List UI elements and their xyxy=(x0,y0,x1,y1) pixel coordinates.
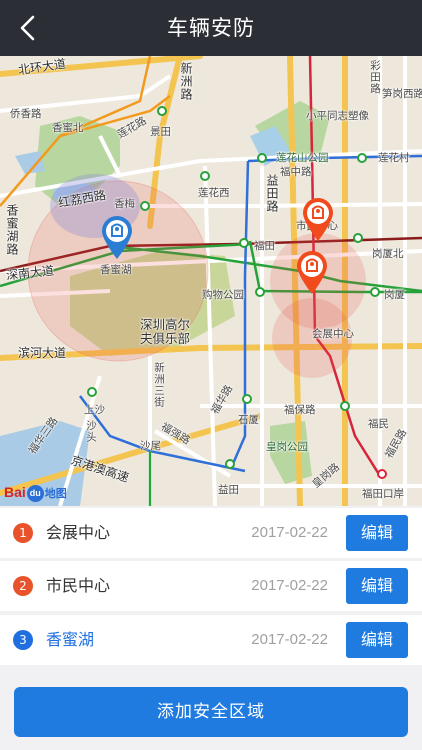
pin-huizhan[interactable] xyxy=(295,249,329,295)
map-label: 沙头 xyxy=(85,420,97,443)
pin-xiangmihu[interactable] xyxy=(100,214,134,260)
add-safe-zone-button[interactable]: 添加安全区域 xyxy=(14,687,408,737)
zone-name: 会展中心 xyxy=(46,523,111,542)
map-label: 福民 xyxy=(368,418,389,430)
map-label: 莲花村 xyxy=(378,152,410,164)
map-label: 景田 xyxy=(150,126,171,138)
edit-button[interactable]: 编辑 xyxy=(346,568,408,604)
map-label: 福田 xyxy=(254,240,275,252)
map-label: 莲花山公园 xyxy=(276,152,329,164)
scooter-pin-icon xyxy=(102,216,132,259)
map-label: 益田 xyxy=(218,484,239,496)
map-label: 沙尾 xyxy=(140,440,161,452)
map-label: 会展中心 xyxy=(312,328,354,340)
map-label: 小平同志塑像 xyxy=(306,110,369,122)
pin-label-xiangmihu: 香蜜湖 xyxy=(100,264,132,276)
map-label: 购物公园 xyxy=(202,289,244,301)
map-label: 香蜜北 xyxy=(52,122,84,134)
zone-date: 2017-02-22 xyxy=(251,577,328,594)
map-label: 深圳高尔夫俱乐部 xyxy=(140,317,191,346)
map-label: 莲花西 xyxy=(198,187,230,199)
map-label: 福田口岸 xyxy=(362,488,404,500)
zone-name: 市民中心 xyxy=(46,576,111,595)
list-item[interactable]: 2 市民中心 2017-02-22 编辑 xyxy=(0,561,422,611)
zone-index-badge: 2 xyxy=(13,576,33,596)
map-label: 彩田路 xyxy=(369,60,381,95)
map-view[interactable]: 北环大道 新洲路 彩田路 笋岗西路 侨香路 香蜜北 莲花路 景田 小平同志塑像 … xyxy=(0,56,422,506)
edit-button[interactable]: 编辑 xyxy=(346,515,408,551)
map-label: 岗厦北 xyxy=(372,248,404,260)
zone-index-badge: 3 xyxy=(13,630,33,650)
map-label: 益田路 xyxy=(265,174,279,213)
map-label: 新洲三街 xyxy=(153,362,165,408)
navbar: 车辆安防 xyxy=(0,0,422,56)
list-item[interactable]: 3 香蜜湖 2017-02-22 编辑 xyxy=(0,615,422,665)
map-label: 上沙 xyxy=(84,404,105,416)
zone-index-badge: 1 xyxy=(13,523,33,543)
map-label: 香蜜湖路 xyxy=(5,204,19,256)
map-label: 福中路 xyxy=(280,166,312,178)
zone-date: 2017-02-22 xyxy=(251,524,328,541)
pin-shimin[interactable] xyxy=(301,196,335,242)
map-label: 香梅 xyxy=(114,198,135,210)
page-title: 车辆安防 xyxy=(167,16,255,40)
scooter-pin-icon xyxy=(297,251,327,294)
list-item[interactable]: 1 会展中心 2017-02-22 编辑 xyxy=(0,508,422,558)
map-label: 笋岗西路 xyxy=(382,88,422,100)
baidu-map-logo: Bai du 地图 xyxy=(4,484,67,502)
map-label: 石厦 xyxy=(238,414,259,426)
map-label: 滨河大道 xyxy=(18,346,67,360)
map-label: 皇岗公园 xyxy=(266,441,308,453)
map-label: 侨香路 xyxy=(10,108,42,120)
map-label: 福保路 xyxy=(284,404,316,416)
map-label: 新洲路 xyxy=(179,62,193,101)
edit-button[interactable]: 编辑 xyxy=(346,622,408,658)
map-label: 岗厦 xyxy=(384,289,405,301)
zone-name: 香蜜湖 xyxy=(46,630,95,649)
scooter-pin-icon xyxy=(303,198,333,241)
zone-date: 2017-02-22 xyxy=(251,631,328,648)
